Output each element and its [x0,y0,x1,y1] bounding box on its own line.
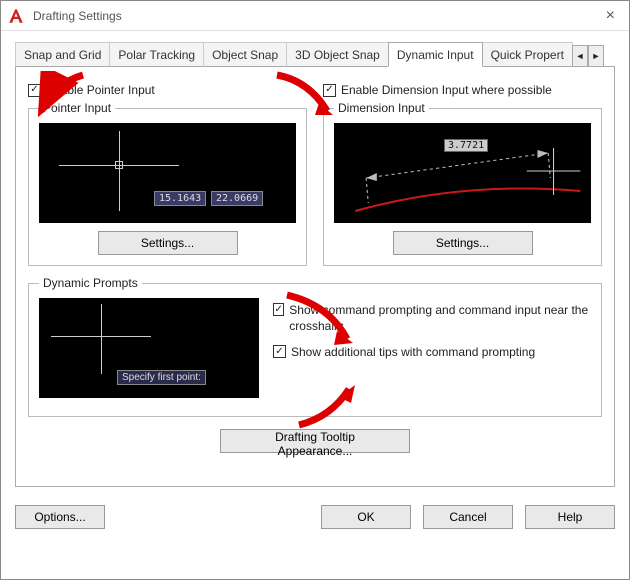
dimension-settings-button[interactable]: Settings... [393,231,533,255]
window-title: Drafting Settings [33,9,122,23]
pointer-input-group: Pointer Input 15.1643 22.0669 Settings..… [28,101,307,266]
app-logo-icon [7,7,25,25]
cancel-button[interactable]: Cancel [423,505,513,529]
show-additional-tips-label: Show additional tips with command prompt… [291,344,535,360]
tab-polar-tracking[interactable]: Polar Tracking [109,42,204,67]
tab-dynamic-input[interactable]: Dynamic Input [388,42,483,67]
pointer-input-legend: Pointer Input [39,101,115,115]
titlebar: Drafting Settings × [1,1,629,31]
checkbox-icon: ✓ [323,84,336,97]
tab-page-dynamic-input: ✓ Enable Pointer Input Pointer Input 15.… [15,67,615,487]
coord-x-value: 15.1643 [154,191,206,206]
enable-dimension-input-label: Enable Dimension Input where possible [341,83,552,97]
dialog-footer: Options... OK Cancel Help [1,495,629,543]
coord-y-value: 22.0669 [211,191,263,206]
tab-scroll-left-icon[interactable]: ◄ [572,45,588,67]
dimension-input-legend: Dimension Input [334,101,429,115]
tab-snap-and-grid[interactable]: Snap and Grid [15,42,110,67]
tab-object-snap[interactable]: Object Snap [203,42,287,67]
dimension-value: 3.7721 [444,139,488,152]
dynamic-prompts-legend: Dynamic Prompts [39,276,142,290]
checkbox-icon: ✓ [28,84,41,97]
pointer-input-preview: 15.1643 22.0669 [39,123,296,223]
dimension-input-preview: 3.7721 [334,123,591,223]
show-additional-tips-checkbox[interactable]: ✓ Show additional tips with command prom… [273,344,591,360]
enable-pointer-input-checkbox[interactable]: ✓ Enable Pointer Input [28,83,307,97]
tab-quick-properties[interactable]: Quick Propert [482,42,573,67]
dynamic-prompts-group: Dynamic Prompts Specify first point: ✓ S… [28,276,602,417]
help-button[interactable]: Help [525,505,615,529]
enable-pointer-input-label: Enable Pointer Input [46,83,155,97]
enable-dimension-input-checkbox[interactable]: ✓ Enable Dimension Input where possible [323,83,602,97]
show-command-prompting-label: Show command prompting and command input… [289,302,591,334]
prompt-text: Specify first point: [117,370,206,385]
checkbox-icon: ✓ [273,303,284,316]
dynamic-prompts-preview: Specify first point: [39,298,259,398]
options-button[interactable]: Options... [15,505,105,529]
tab-scroll-right-icon[interactable]: ► [588,45,604,67]
close-icon[interactable]: × [598,1,623,31]
dimension-input-group: Dimension Input 3.7721 [323,101,602,266]
pointer-settings-button[interactable]: Settings... [98,231,238,255]
tooltip-appearance-button[interactable]: Drafting Tooltip Appearance... [220,429,410,453]
checkbox-icon: ✓ [273,345,286,358]
tab-3d-object-snap[interactable]: 3D Object Snap [286,42,389,67]
show-command-prompting-checkbox[interactable]: ✓ Show command prompting and command inp… [273,302,591,334]
dialog-content: Snap and Grid Polar Tracking Object Snap… [1,31,629,495]
ok-button[interactable]: OK [321,505,411,529]
tab-strip: Snap and Grid Polar Tracking Object Snap… [15,41,615,67]
